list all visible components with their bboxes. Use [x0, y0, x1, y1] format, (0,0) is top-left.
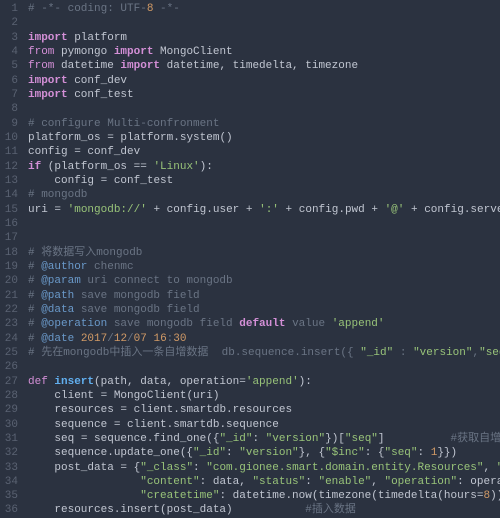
line-number: 33 — [4, 461, 18, 475]
line-number: 27 — [4, 375, 18, 389]
line-number: 23 — [4, 317, 18, 331]
line-number: 24 — [4, 332, 18, 346]
code-line: # 先在mongodb中插入一条自增数据 db.sequence.insert(… — [28, 346, 500, 360]
line-number: 2 — [4, 16, 18, 30]
code-editor: 1234567891011121314151617181920212223242… — [0, 0, 500, 516]
line-number: 11 — [4, 145, 18, 159]
line-number: 30 — [4, 418, 18, 432]
line-number: 8 — [4, 102, 18, 116]
line-number: 26 — [4, 360, 18, 374]
code-line — [28, 16, 500, 30]
line-number: 25 — [4, 346, 18, 360]
code-line — [28, 360, 500, 374]
line-number: 20 — [4, 274, 18, 288]
line-number: 29 — [4, 403, 18, 417]
code-line: import conf_test — [28, 88, 500, 102]
line-number: 22 — [4, 303, 18, 317]
code-line — [28, 231, 500, 245]
line-number: 35 — [4, 489, 18, 503]
line-number: 10 — [4, 131, 18, 145]
code-line: "content": data, "status": "enable", "op… — [28, 475, 500, 489]
line-number: 17 — [4, 231, 18, 245]
code-line: client = MongoClient(uri) — [28, 389, 500, 403]
line-number: 5 — [4, 59, 18, 73]
line-number: 32 — [4, 446, 18, 460]
line-number: 34 — [4, 475, 18, 489]
line-number: 31 — [4, 432, 18, 446]
line-number: 1 — [4, 2, 18, 16]
line-number: 15 — [4, 203, 18, 217]
code-line: sequence = client.smartdb.sequence — [28, 418, 500, 432]
code-line: # @path save mongodb field — [28, 289, 500, 303]
code-line: # @param uri connect to mongodb — [28, 274, 500, 288]
line-number: 14 — [4, 188, 18, 202]
code-line: def insert(path, data, operation='append… — [28, 375, 500, 389]
code-line: "createtime": datetime.now(timezone(time… — [28, 489, 500, 503]
code-line — [28, 102, 500, 116]
code-line: # configure Multi-confronment — [28, 117, 500, 131]
code-line: from datetime import datetime, timedelta… — [28, 59, 500, 73]
line-number: 16 — [4, 217, 18, 231]
line-number: 21 — [4, 289, 18, 303]
code-line: # mongodb — [28, 188, 500, 202]
code-line: import platform — [28, 31, 500, 45]
line-number: 13 — [4, 174, 18, 188]
line-number-gutter: 1234567891011121314151617181920212223242… — [0, 0, 24, 516]
code-line: config = conf_test — [28, 174, 500, 188]
code-line: # @operation save mongodb field default … — [28, 317, 500, 331]
code-line: platform_os = platform.system() — [28, 131, 500, 145]
code-line: config = conf_dev — [28, 145, 500, 159]
code-line: resources = client.smartdb.resources — [28, 403, 500, 417]
line-number: 12 — [4, 160, 18, 174]
code-line: sequence.update_one({"_id": "version"}, … — [28, 446, 500, 460]
line-number: 3 — [4, 31, 18, 45]
line-number: 9 — [4, 117, 18, 131]
code-line: # @date 2017/12/07 16:30 — [28, 332, 500, 346]
code-line: post_data = {"_class": "com.gionee.smart… — [28, 461, 500, 475]
code-line: resources.insert(post_data) #插入数据 — [28, 503, 500, 516]
line-number: 28 — [4, 389, 18, 403]
code-line — [28, 217, 500, 231]
code-line: # 将数据写入mongodb — [28, 246, 500, 260]
code-line: if (platform_os == 'Linux'): — [28, 160, 500, 174]
line-number: 4 — [4, 45, 18, 59]
line-number: 6 — [4, 74, 18, 88]
code-line: uri = 'mongodb://' + config.user + ':' +… — [28, 203, 500, 217]
code-line: # -*- coding: UTF-8 -*- — [28, 2, 500, 16]
line-number: 7 — [4, 88, 18, 102]
line-number: 18 — [4, 246, 18, 260]
line-number: 19 — [4, 260, 18, 274]
code-line: seq = sequence.find_one({"_id": "version… — [28, 432, 500, 446]
code-line: # @author chenmc — [28, 260, 500, 274]
code-line: # @data save mongodb field — [28, 303, 500, 317]
code-area[interactable]: # -*- coding: UTF-8 -*- import platform … — [24, 0, 500, 516]
code-line: from pymongo import MongoClient — [28, 45, 500, 59]
code-line: import conf_dev — [28, 74, 500, 88]
